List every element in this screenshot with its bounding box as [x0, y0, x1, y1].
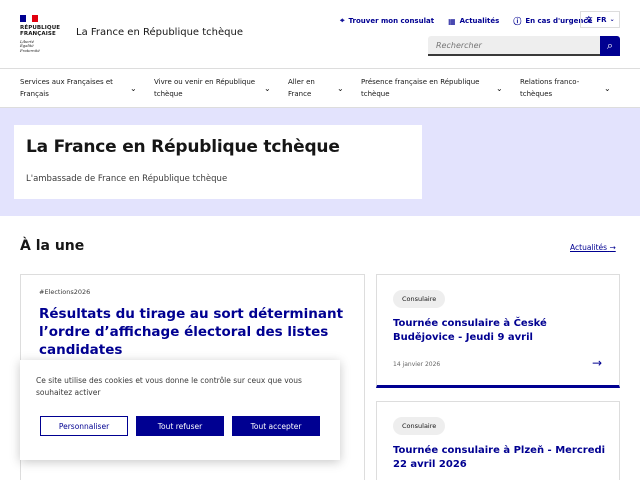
news-link[interactable]: ▦ Actualités [448, 17, 499, 26]
chevron-down-icon[interactable]: ⌄ [604, 84, 611, 93]
all-news-label: Actualités [570, 243, 608, 252]
hero-banner: La France en République tchèque L'ambass… [0, 108, 640, 216]
accept-all-button[interactable]: Tout accepter [232, 416, 320, 436]
main-news-title[interactable]: Résultats du tirage au sort déterminant … [39, 305, 359, 359]
main-navigation: Services aux Françaises et Français ⌄ Vi… [0, 68, 640, 108]
news-card[interactable]: Consulaire Tournée consulaire à České Bu… [376, 274, 620, 388]
news-card[interactable]: Consulaire Tournée consulaire à Plzeň - … [376, 401, 620, 480]
nav-item-relations[interactable]: Relations franco-tchèques [520, 76, 592, 100]
search-input[interactable] [428, 36, 600, 56]
search-icon: ⌕ [606, 39, 614, 52]
refuse-all-button[interactable]: Tout refuser [136, 416, 224, 436]
news-tag: #Elections2026 [39, 288, 91, 296]
find-consulate-label: Trouver mon consulat [348, 17, 435, 25]
nav-item-aller[interactable]: Aller en France [288, 76, 328, 100]
location-pin-icon: ⌖ [340, 16, 345, 25]
page-subtitle: L'ambassade de France en République tchè… [26, 174, 228, 184]
translate-icon: 文 [585, 15, 593, 24]
news-card-title[interactable]: Tournée consulaire à České Budějovice - … [393, 317, 608, 345]
arrow-right-icon: → [609, 243, 616, 252]
calendar-icon: ▦ [448, 16, 456, 26]
republique-francaise-logo[interactable]: RÉPUBLIQUE FRANÇAISE Liberté Égalité Fra… [20, 15, 62, 53]
personalize-button[interactable]: Personnaliser [40, 416, 128, 436]
header-tools: ⌖ Trouver mon consulat ▦ Actualités ⓘ En… [340, 12, 592, 30]
section-title: À la une [20, 238, 85, 254]
search-bar: ⌕ [428, 36, 620, 56]
search-button[interactable]: ⌕ [600, 36, 620, 56]
nav-item-services[interactable]: Services aux Françaises et Français [20, 76, 128, 100]
all-news-link[interactable]: Actualités → [570, 243, 616, 252]
nav-item-presence[interactable]: Présence française en République tchèque [361, 76, 483, 100]
language-label: FR [596, 15, 607, 24]
cookie-text: Ce site utilise des cookies et vous donn… [36, 376, 302, 397]
find-consulate-link[interactable]: ⌖ Trouver mon consulat [340, 16, 434, 26]
news-label: Actualités [459, 17, 500, 25]
nav-item-vivre[interactable]: Vivre ou venir en République tchèque [154, 76, 260, 100]
news-card-title[interactable]: Tournée consulaire à Plzeň - Mercredi 22… [393, 444, 608, 472]
language-selector[interactable]: 文 FR ⌄ [580, 11, 620, 28]
motto-line: Fraternité [20, 47, 40, 53]
logo-line-2: FRANÇAISE [20, 31, 56, 37]
news-card-date: 14 janvier 2026 [393, 361, 441, 368]
chevron-down-icon[interactable]: ⌄ [264, 84, 271, 93]
info-circle-icon: ⓘ [513, 16, 522, 26]
category-badge: Consulaire [393, 290, 446, 308]
motto: Liberté Égalité Fraternité [20, 39, 62, 53]
hero-card: La France en République tchèque L'ambass… [14, 125, 422, 199]
flag-icon [20, 15, 38, 22]
page-title: La France en République tchèque [26, 137, 340, 157]
arrow-right-icon[interactable]: → [592, 356, 602, 370]
chevron-down-icon[interactable]: ⌄ [496, 84, 503, 93]
site-title[interactable]: La France en République tchèque [76, 27, 243, 38]
category-badge: Consulaire [393, 417, 446, 435]
cookie-consent-banner: Ce site utilise des cookies et vous donn… [20, 360, 340, 460]
chevron-down-icon: ⌄ [609, 16, 615, 23]
chevron-down-icon[interactable]: ⌄ [130, 84, 137, 93]
chevron-down-icon[interactable]: ⌄ [337, 84, 344, 93]
site-header: RÉPUBLIQUE FRANÇAISE Liberté Égalité Fra… [0, 0, 640, 68]
